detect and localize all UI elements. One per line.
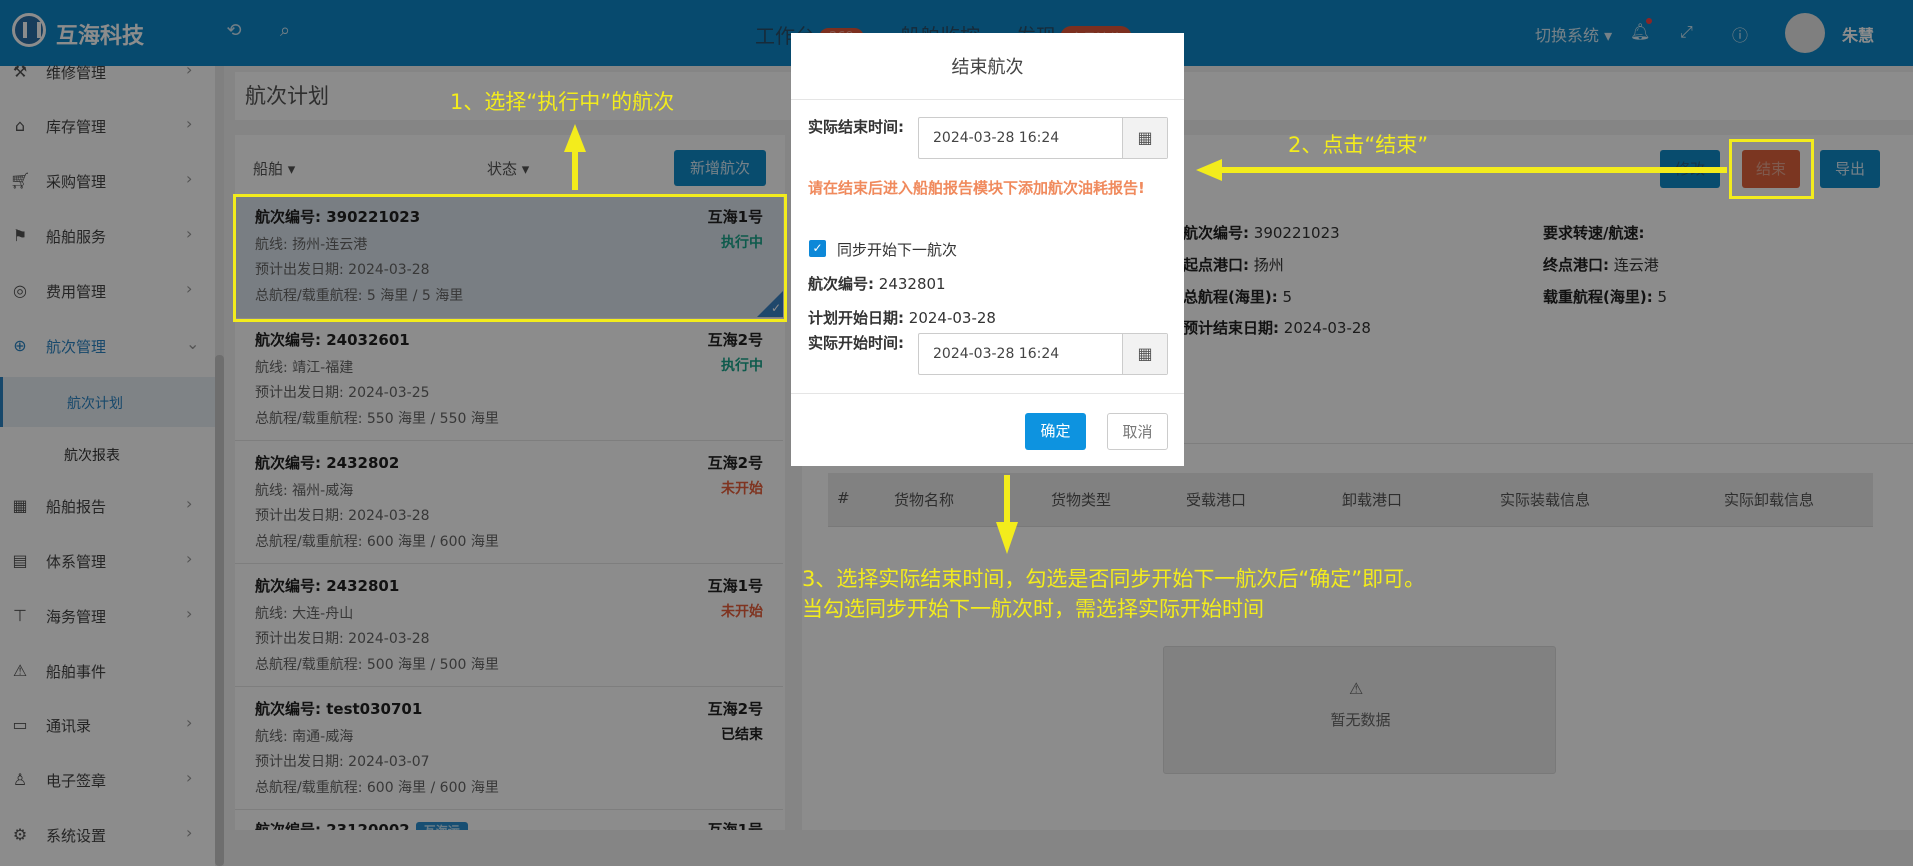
arrow-left [1196,159,1727,181]
arrow-up [564,124,586,190]
annotation-arrows [564,124,1727,554]
arrow-down [996,475,1018,554]
